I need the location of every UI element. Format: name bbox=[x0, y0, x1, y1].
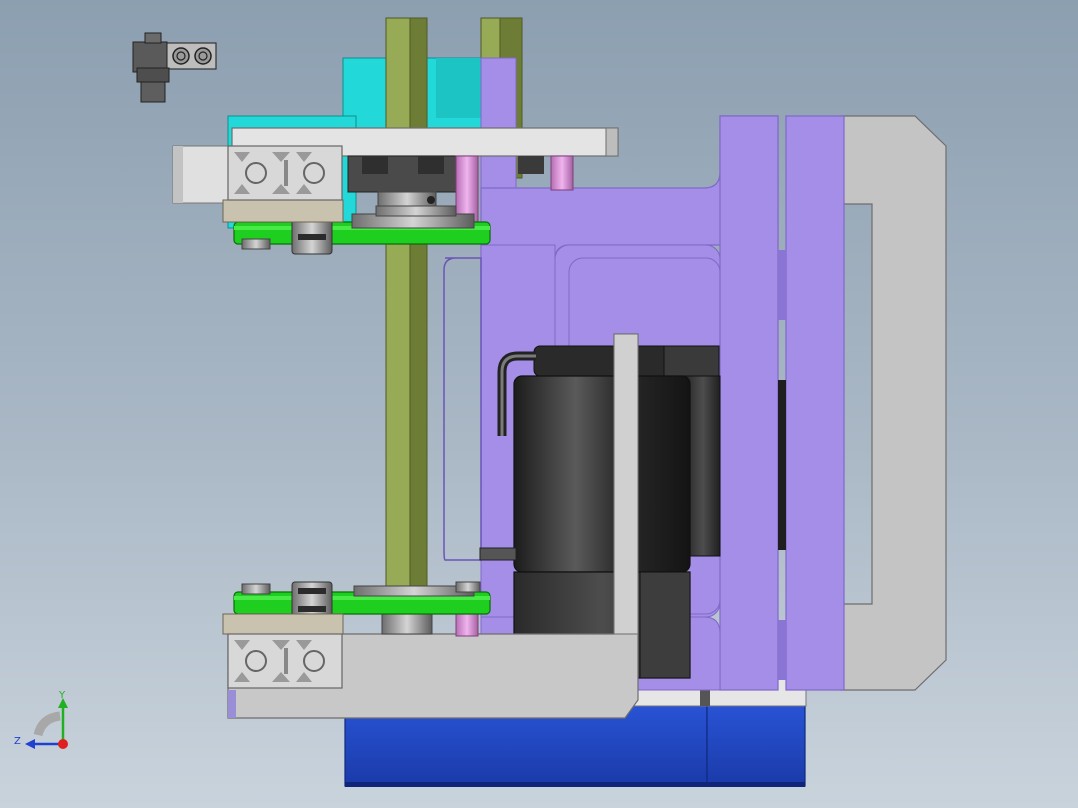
upper-bearing-hub bbox=[347, 155, 457, 211]
lower-bearing-hub bbox=[381, 611, 479, 637]
upper-aluminum-extrusion bbox=[222, 145, 344, 223]
z-axis-label: Z bbox=[14, 736, 21, 747]
top-left-bracket bbox=[132, 32, 217, 103]
grey-c-frame bbox=[839, 115, 947, 691]
assembly-drawing: Y Z bbox=[14, 17, 947, 787]
y-axis-label: Y bbox=[58, 690, 66, 701]
cad-viewport[interactable]: Y Z bbox=[0, 0, 1078, 808]
lower-aluminum-extrusion bbox=[222, 613, 344, 689]
x-axis-dot bbox=[58, 739, 68, 749]
orientation-triad[interactable]: Y Z bbox=[14, 690, 68, 749]
